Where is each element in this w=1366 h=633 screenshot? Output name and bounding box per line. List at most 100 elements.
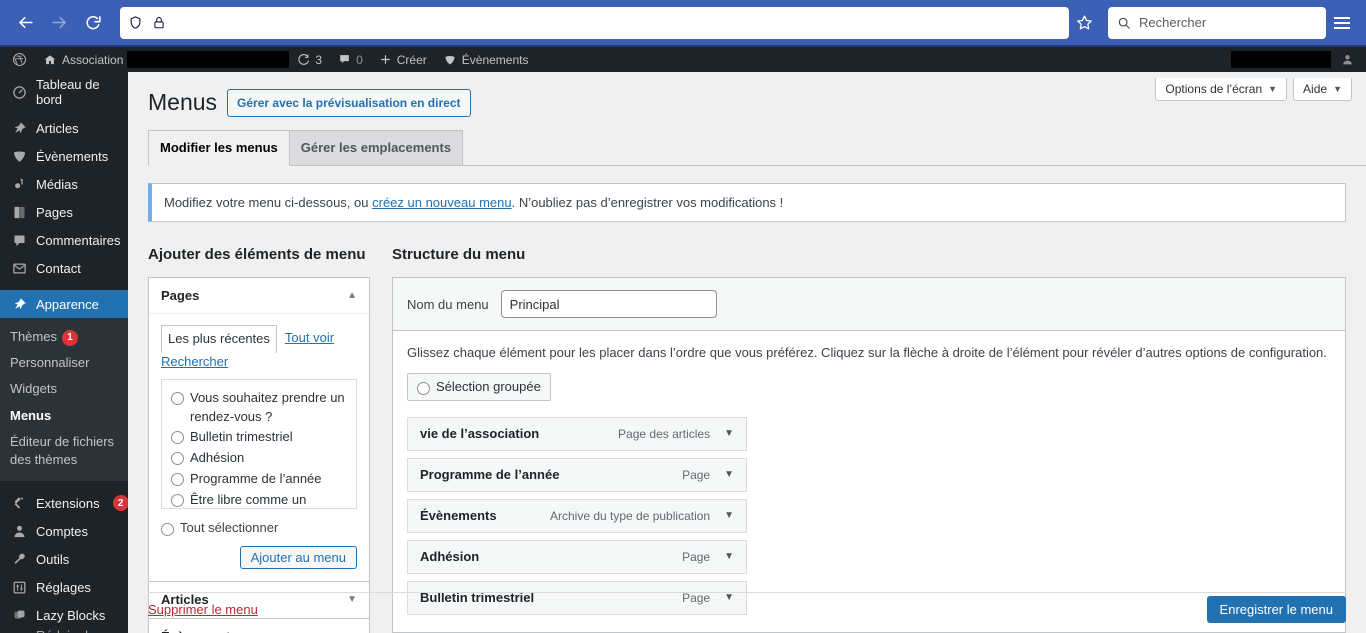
reload-icon	[85, 16, 101, 30]
events-button[interactable]: Évènements	[435, 47, 537, 72]
page-checkbox-row[interactable]: Programme de l’année	[171, 469, 347, 490]
menu-actions-footer: Supprimer le menu Enregistrer le menu	[148, 596, 1346, 623]
wordpress-logo-icon	[13, 53, 26, 66]
sidebar-subitem-label: Éditeur de fichiers des thèmes	[10, 433, 115, 467]
site-name-button[interactable]: Association	[35, 47, 131, 72]
screen-options-button[interactable]: Options de l’écran ▼	[1155, 78, 1288, 101]
menu-name-row: Nom du menu	[393, 278, 1345, 332]
pages-accordion-header[interactable]: Pages ▲	[149, 278, 369, 315]
chevron-down-icon[interactable]: ▼	[724, 428, 734, 439]
sidebar-item-contact[interactable]: Contact	[0, 254, 128, 282]
add-items-heading: Ajouter des éléments de menu	[148, 246, 366, 264]
menu-item-meta: Page ▼	[682, 550, 734, 564]
settings-sliders-icon	[10, 578, 28, 596]
sidebar-item-settings[interactable]: Réglages	[0, 573, 128, 601]
create-new-menu-link[interactable]: créez un nouveau menu	[372, 195, 511, 210]
lock-icon[interactable]	[152, 15, 166, 30]
sidebar-subitem-widgets[interactable]: Widgets	[0, 376, 128, 402]
sidebar-subitem-theme-file-editor[interactable]: Éditeur de fichiers des thèmes	[0, 429, 128, 473]
tab-view-all[interactable]: Tout voir	[285, 330, 334, 345]
updates-button[interactable]: 3	[289, 47, 330, 72]
menu-item-title: Adhésion	[420, 549, 480, 565]
chevron-down-icon[interactable]: ▼	[724, 551, 734, 562]
sidebar-item-collapse-menu[interactable]: Réduire le menu	[0, 628, 128, 633]
sidebar-item-users[interactable]: Comptes	[0, 517, 128, 545]
sidebar-item-media[interactable]: Médias	[0, 170, 128, 198]
chevron-up-icon[interactable]: ▲	[347, 290, 357, 301]
sidebar-item-dashboard[interactable]: Tableau de bord	[0, 77, 128, 107]
sidebar-subitem-label: Personnaliser	[10, 355, 90, 371]
tools-wrench-icon	[10, 550, 28, 568]
chevron-down-icon[interactable]: ▼	[724, 510, 734, 521]
comments-button[interactable]: 0	[330, 47, 371, 72]
sidebar-item-comments[interactable]: Commentaires	[0, 226, 128, 254]
plugin-icon	[10, 494, 28, 512]
home-icon	[44, 54, 56, 64]
menu-name-input[interactable]	[500, 290, 717, 319]
sidebar-item-events[interactable]: Évènements	[0, 142, 128, 170]
menu-item-row[interactable]: vie de l’association Page des articles ▼	[407, 416, 747, 451]
checkbox-icon[interactable]	[171, 473, 184, 487]
sidebar-item-label: Commentaires	[36, 232, 121, 248]
menu-item-row[interactable]: Évènements Archive du type de publicatio…	[407, 498, 747, 533]
page-checkbox-label: Vous souhaitez prendre un rendez-vous ?	[190, 389, 345, 424]
bookmark-button[interactable]	[1069, 8, 1099, 38]
reload-button[interactable]	[76, 6, 110, 40]
avatar-icon	[1343, 55, 1352, 65]
page-checkbox-row[interactable]: Bulletin trimestriel	[171, 427, 347, 448]
sidebar-item-label: Outils	[36, 551, 70, 567]
delete-menu-link[interactable]: Supprimer le menu	[148, 602, 258, 617]
tab-manage-locations[interactable]: Gérer les emplacements	[288, 129, 464, 166]
checkbox-icon[interactable]	[171, 391, 184, 405]
save-menu-button[interactable]: Enregistrer le menu	[1206, 596, 1346, 623]
url-bar[interactable]	[120, 6, 1069, 39]
checkbox-icon[interactable]	[171, 493, 184, 507]
sidebar-item-lazy-blocks[interactable]: Lazy Blocks	[0, 601, 128, 629]
footer-divider	[148, 592, 1346, 593]
page-checkbox-row[interactable]: Adhésion	[171, 448, 347, 469]
sidebar-item-posts[interactable]: Articles	[0, 114, 128, 142]
add-to-menu-button[interactable]: Ajouter au menu	[239, 545, 357, 569]
bulk-select-toggle[interactable]: Sélection groupée	[407, 372, 551, 401]
lazyblocks-icon	[10, 606, 28, 624]
checkbox-icon[interactable]	[171, 431, 184, 445]
sidebar-item-tools[interactable]: Outils	[0, 545, 128, 573]
comment-bubble-icon	[10, 231, 28, 249]
checkbox-icon[interactable]	[161, 522, 174, 536]
sidebar-item-label: Extensions	[36, 495, 100, 511]
account-menu-button[interactable]	[1331, 53, 1362, 66]
notice-text-after: . N’oubliez pas d’enregistrer vos modifi…	[511, 195, 784, 211]
tab-edit-menus[interactable]: Modifier les menus	[148, 129, 290, 167]
back-button[interactable]	[8, 6, 42, 40]
page-tabs: Modifier les menus Gérer les emplacement…	[148, 129, 1366, 167]
hamburger-menu-icon[interactable]	[1326, 7, 1358, 39]
menus-columns: Ajouter des éléments de menu Pages ▲ Les…	[148, 244, 1346, 633]
shield-icon[interactable]	[128, 15, 143, 30]
sidebar-item-plugins[interactable]: Extensions 2	[0, 489, 128, 517]
checkbox-icon[interactable]	[171, 452, 184, 466]
sidebar-item-appearance[interactable]: Apparence	[0, 290, 128, 318]
new-content-button[interactable]: Créer	[371, 47, 435, 72]
pages-icon	[10, 203, 28, 221]
page-checkbox-row[interactable]: Être libre comme un pingouin	[171, 490, 347, 508]
menu-item-row[interactable]: Adhésion Page ▼	[407, 539, 747, 574]
menu-item-row[interactable]: Programme de l’année Page ▼	[407, 457, 747, 492]
sidebar-subitem-themes[interactable]: Thèmes 1	[0, 324, 128, 350]
forward-button[interactable]	[42, 6, 76, 40]
chevron-down-icon[interactable]: ▼	[724, 469, 734, 480]
tab-most-recent[interactable]: Les plus récentes	[161, 325, 277, 353]
sidebar-subitem-menus[interactable]: Menus	[0, 403, 128, 429]
browser-search-bar[interactable]: Rechercher	[1108, 6, 1326, 39]
help-button[interactable]: Aide ▼	[1293, 78, 1352, 101]
drag-hint-text: Glissez chaque élément pour les placer d…	[407, 345, 1327, 361]
wp-logo-button[interactable]	[4, 47, 35, 72]
pages-accordion-body: Les plus récentes Tout voir Rechercher Vo…	[149, 314, 369, 581]
select-all-row[interactable]: Tout sélectionner	[161, 520, 357, 536]
structure-heading: Structure du menu	[392, 246, 526, 264]
checkbox-icon[interactable]	[417, 381, 430, 395]
sidebar-item-pages[interactable]: Pages	[0, 198, 128, 226]
page-checkbox-row[interactable]: Vous souhaitez prendre un rendez-vous ?	[171, 388, 347, 428]
live-preview-button[interactable]: Gérer avec la prévisualisation en direct	[227, 88, 471, 117]
sidebar-subitem-customize[interactable]: Personnaliser	[0, 350, 128, 376]
tab-search[interactable]: Rechercher	[161, 354, 228, 369]
